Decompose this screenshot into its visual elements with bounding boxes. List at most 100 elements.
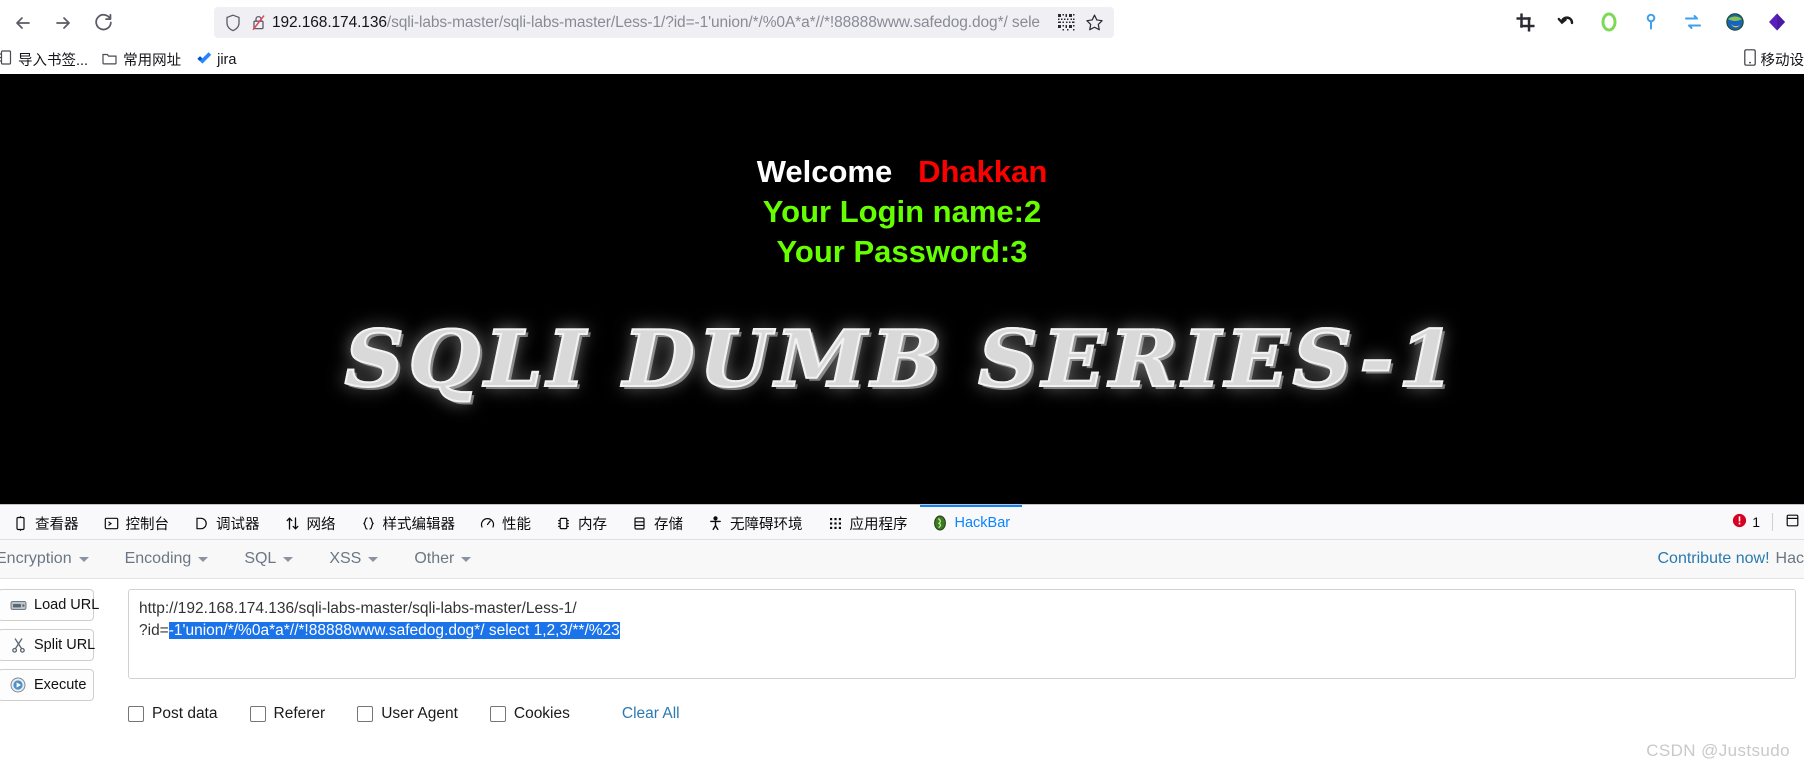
bookmark-label: 常用网址 bbox=[123, 53, 182, 69]
sqli-dumb-series-banner: SQLI DUMB SERIES-1 bbox=[0, 313, 1804, 406]
menu-other[interactable]: Other bbox=[396, 550, 489, 568]
reload-button[interactable] bbox=[86, 6, 120, 40]
checkbox-cookies[interactable]: Cookies bbox=[489, 705, 570, 723]
extension-toolbar bbox=[1512, 4, 1798, 40]
purple-diamond-icon[interactable] bbox=[1764, 9, 1790, 35]
clear-all-link[interactable]: Clear All bbox=[622, 705, 680, 723]
split-url-button[interactable]: Split URL bbox=[0, 629, 96, 661]
tab-label: 网络 bbox=[306, 516, 336, 533]
tab-label: 存储 bbox=[654, 516, 683, 533]
hackbar-options-row: Post data Referer User Agent Cookies Cle… bbox=[128, 705, 1796, 723]
tab-inspector[interactable]: 查看器 bbox=[0, 505, 91, 539]
tab-application[interactable]: 应用程序 bbox=[815, 505, 920, 539]
tab-hackbar[interactable]: HackBar bbox=[919, 505, 1023, 539]
back-button[interactable] bbox=[6, 6, 40, 40]
folder-icon bbox=[102, 51, 117, 69]
devtools-panel: 查看器 控制台 调试器 网络 样式编辑器 性能 内存 存储 无障碍环境 应用程序… bbox=[0, 504, 1804, 768]
load-url-button[interactable]: Load URL bbox=[0, 589, 99, 621]
bookmark-folder-common-sites[interactable]: 常用网址 bbox=[95, 47, 188, 72]
tab-accessibility[interactable]: 无障碍环境 bbox=[695, 505, 815, 539]
bookmark-import-bookmarks[interactable]: 导入书签... bbox=[0, 47, 95, 72]
url-textarea[interactable]: http://192.168.174.136/sqli-labs-master/… bbox=[128, 589, 1796, 679]
button-label: Execute bbox=[34, 677, 87, 693]
network-icon bbox=[284, 515, 301, 532]
checkbox-label: Post data bbox=[152, 705, 218, 722]
browser-toolbar: 192.168.174.136/sqli-labs-master/sqli-la… bbox=[0, 0, 1804, 45]
shield-icon[interactable] bbox=[220, 14, 246, 32]
tab-memory[interactable]: 内存 bbox=[543, 505, 619, 539]
hackbar-main-area: http://192.168.174.136/sqli-labs-master/… bbox=[128, 589, 1796, 768]
checkbox-box[interactable] bbox=[357, 706, 374, 722]
address-bar[interactable]: 192.168.174.136/sqli-labs-master/sqli-la… bbox=[214, 7, 1114, 38]
button-label: Split URL bbox=[34, 637, 96, 653]
bookmark-label: 导入书签... bbox=[18, 53, 89, 69]
application-icon bbox=[827, 515, 844, 532]
tab-console[interactable]: 控制台 bbox=[91, 505, 182, 539]
execute-play-icon bbox=[9, 676, 27, 694]
chevron-down-icon bbox=[283, 556, 294, 562]
pin-icon[interactable] bbox=[1638, 9, 1664, 35]
menu-label: Encoding bbox=[124, 550, 192, 567]
globe-download-icon[interactable] bbox=[1722, 9, 1748, 35]
error-circle-icon bbox=[1732, 513, 1747, 531]
checkbox-user-agent[interactable]: User Agent bbox=[357, 705, 458, 723]
error-count-label: 1 bbox=[1752, 514, 1760, 530]
tab-label: 查看器 bbox=[35, 516, 79, 533]
contribute-tail-text: Hac bbox=[1775, 550, 1804, 567]
execute-button[interactable]: Execute bbox=[0, 669, 94, 701]
contribute-area: Contribute now! Hac bbox=[1657, 540, 1804, 578]
accessibility-icon bbox=[707, 515, 724, 532]
tab-performance[interactable]: 性能 bbox=[467, 505, 543, 539]
sync-swap-icon[interactable] bbox=[1680, 9, 1706, 35]
tab-debugger[interactable]: 调试器 bbox=[181, 505, 272, 539]
tab-label: 调试器 bbox=[216, 516, 260, 533]
hackbar-body: Load URL Split URL Execute http://192.16… bbox=[0, 579, 1804, 768]
welcome-block: Welcome Dhakkan Your Login name:2 Your P… bbox=[0, 152, 1804, 272]
menu-encoding[interactable]: Encoding bbox=[107, 550, 227, 568]
tab-label: HackBar bbox=[954, 515, 1011, 531]
tab-label: 内存 bbox=[578, 516, 607, 533]
url-text[interactable]: 192.168.174.136/sqli-labs-master/sqli-la… bbox=[272, 7, 1052, 38]
contribute-link[interactable]: Contribute now! bbox=[1657, 550, 1769, 568]
chevron-down-icon bbox=[368, 556, 379, 562]
tab-label: 性能 bbox=[502, 516, 531, 533]
tab-style-editor[interactable]: 样式编辑器 bbox=[348, 505, 468, 539]
qr-code-icon[interactable] bbox=[1052, 14, 1080, 31]
menu-sql[interactable]: SQL bbox=[226, 550, 311, 568]
screenshot-root: 192.168.174.136/sqli-labs-master/sqli-la… bbox=[0, 0, 1804, 768]
welcome-heading: Welcome Dhakkan bbox=[0, 152, 1804, 192]
devtools-dock-icon[interactable] bbox=[1785, 513, 1800, 531]
watermark: CSDN @Justsudo bbox=[1646, 741, 1790, 760]
checkbox-box[interactable] bbox=[489, 706, 506, 722]
console-icon bbox=[103, 515, 120, 532]
login-name-text: Your Login name:2 bbox=[762, 194, 1042, 229]
green-ring-icon[interactable] bbox=[1596, 9, 1622, 35]
tab-network[interactable]: 网络 bbox=[272, 505, 348, 539]
load-url-icon bbox=[9, 596, 27, 614]
bookmark-jira[interactable]: jira bbox=[188, 48, 243, 72]
forward-button[interactable] bbox=[46, 6, 80, 40]
checkbox-box[interactable] bbox=[128, 706, 144, 722]
checkbox-box[interactable] bbox=[249, 706, 266, 722]
checkbox-referer[interactable]: Referer bbox=[249, 705, 325, 723]
menu-label: XSS bbox=[329, 550, 362, 567]
import-bookmarks-icon bbox=[0, 50, 12, 69]
welcome-name: Dhakkan bbox=[918, 154, 1048, 189]
screenshot-crop-icon[interactable] bbox=[1512, 9, 1538, 35]
checkbox-post-data[interactable]: Post data bbox=[128, 705, 218, 723]
undo-arrow-icon[interactable] bbox=[1554, 9, 1580, 35]
bookmarks-overflow-item[interactable]: 移动设 bbox=[1743, 45, 1804, 74]
hackbar-menubar: Encryption Encoding SQL XSS Other Contri… bbox=[0, 540, 1804, 579]
lock-crossed-icon[interactable] bbox=[246, 14, 270, 31]
menu-xss[interactable]: XSS bbox=[311, 550, 396, 568]
bookmark-star-icon[interactable] bbox=[1080, 13, 1108, 32]
welcome-prefix: Welcome bbox=[756, 154, 893, 189]
menu-encryption[interactable]: Encryption bbox=[0, 550, 107, 568]
chevron-down-icon bbox=[78, 556, 89, 562]
hackbar-icon bbox=[932, 515, 949, 532]
error-count-badge[interactable]: 1 bbox=[1732, 513, 1760, 531]
tab-storage[interactable]: 存储 bbox=[619, 505, 695, 539]
checkbox-label: Cookies bbox=[513, 705, 570, 722]
memory-icon bbox=[555, 515, 572, 532]
url-host: 192.168.174.136 bbox=[272, 14, 387, 31]
